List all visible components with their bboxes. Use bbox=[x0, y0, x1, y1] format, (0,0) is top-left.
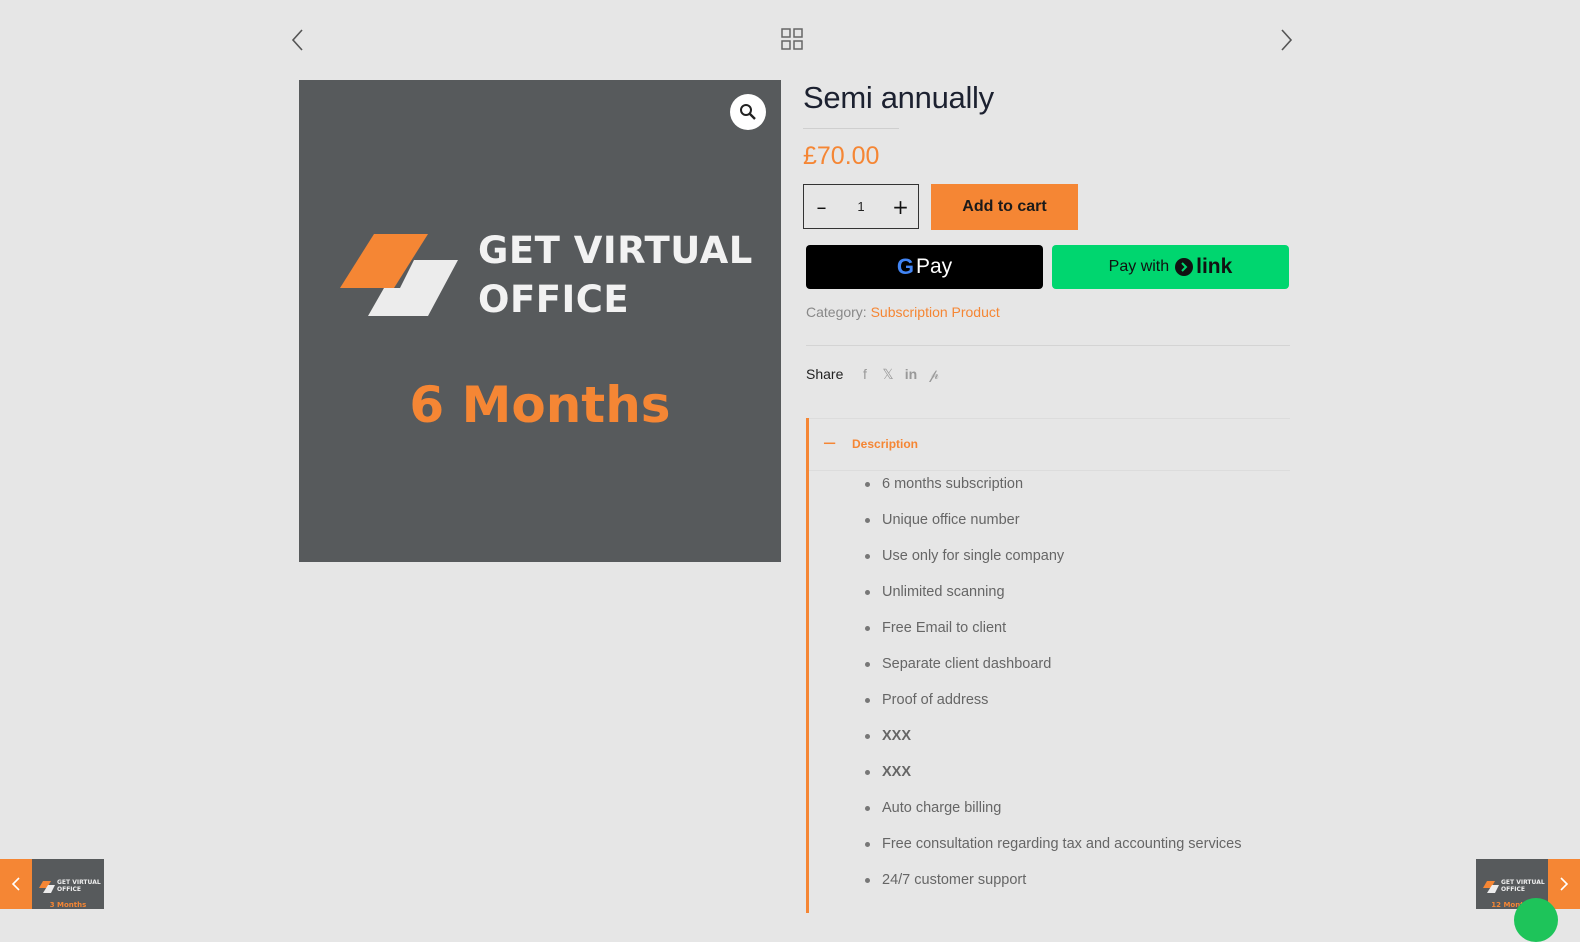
meta-divider bbox=[806, 345, 1290, 346]
description-feature-list: 6 months subscription Unique office numb… bbox=[864, 474, 1241, 906]
magnifier-icon bbox=[740, 104, 756, 120]
chevron-left-icon bbox=[0, 859, 32, 909]
next-product-link[interactable] bbox=[1274, 26, 1298, 54]
brand-text-line2: OFFICE bbox=[478, 278, 630, 321]
back-to-shop-grid-link[interactable] bbox=[780, 27, 804, 51]
grid-icon bbox=[781, 28, 803, 50]
google-pay-button[interactable]: G Pay bbox=[806, 245, 1043, 289]
google-g-icon: G bbox=[896, 254, 914, 279]
linkedin-icon[interactable]: in bbox=[903, 366, 919, 382]
list-item: Auto charge billing bbox=[864, 798, 1241, 834]
list-item: Free consultation regarding tax and acco… bbox=[864, 834, 1241, 870]
category-label: Category: bbox=[806, 304, 867, 320]
accordion-top-border bbox=[809, 418, 1290, 419]
pay-with-link-button[interactable]: Pay with link bbox=[1052, 245, 1289, 289]
list-item: XXX bbox=[864, 762, 1241, 798]
link-brand-label: link bbox=[1196, 255, 1233, 278]
title-divider bbox=[803, 128, 899, 129]
zoom-button[interactable] bbox=[730, 94, 766, 130]
pay-with-label: Pay with bbox=[1108, 258, 1170, 275]
list-item: 24/7 customer support bbox=[864, 870, 1241, 906]
quantity-input[interactable] bbox=[839, 198, 883, 215]
chevron-right-icon bbox=[1281, 29, 1293, 51]
product-title: Semi annually bbox=[803, 80, 994, 115]
add-to-cart-button[interactable]: Add to cart bbox=[931, 184, 1078, 230]
share-label: Share bbox=[806, 366, 844, 382]
pinterest-icon[interactable]: 𝓅 bbox=[926, 366, 942, 382]
chevron-left-icon bbox=[291, 29, 303, 51]
chevron-right-icon bbox=[1548, 859, 1580, 909]
accordion-header-divider bbox=[809, 470, 1290, 471]
list-item: Separate client dashboard bbox=[864, 654, 1241, 690]
brand-text-line1: GET VIRTUAL bbox=[478, 229, 753, 272]
quantity-plus-button[interactable]: + bbox=[883, 185, 918, 228]
thumbnail-image: GET VIRTUAL OFFICE 3 Months bbox=[32, 859, 104, 909]
x-twitter-icon[interactable]: 𝕏 bbox=[880, 366, 896, 382]
brand-logo-mark bbox=[1483, 881, 1499, 893]
google-pay-label: Pay bbox=[915, 255, 953, 278]
brand-logo-mark bbox=[340, 234, 458, 316]
product-image[interactable] bbox=[299, 80, 781, 562]
thumbnail-caption: 3 Months bbox=[49, 901, 87, 909]
link-arrow-icon bbox=[1175, 258, 1194, 276]
thumbnail-brand: GET VIRTUAL OFFICE bbox=[1501, 879, 1545, 893]
accordion-collapse-icon[interactable]: − bbox=[822, 434, 837, 454]
previous-product-link[interactable] bbox=[286, 26, 310, 54]
category-link[interactable]: Subscription Product bbox=[871, 304, 1000, 320]
list-item: 6 months subscription bbox=[864, 474, 1241, 510]
product-price: £70.00 bbox=[803, 142, 880, 170]
chat-widget-button[interactable] bbox=[1514, 898, 1558, 942]
list-item: Unique office number bbox=[864, 510, 1241, 546]
facebook-icon[interactable]: f bbox=[857, 366, 873, 382]
quantity-minus-button[interactable]: – bbox=[804, 185, 839, 228]
quantity-stepper: – + bbox=[803, 184, 919, 229]
image-caption: 6 Months bbox=[409, 376, 671, 434]
accordion-active-bar bbox=[806, 418, 809, 913]
brand-logo-mark bbox=[39, 881, 55, 893]
list-item: Proof of address bbox=[864, 690, 1241, 726]
previous-product-thumbnail[interactable]: GET VIRTUAL OFFICE 3 Months bbox=[0, 859, 104, 909]
list-item: Use only for single company bbox=[864, 546, 1241, 582]
thumbnail-brand: GET VIRTUAL OFFICE bbox=[57, 879, 101, 893]
product-category: Category: Subscription Product bbox=[806, 304, 1000, 320]
list-item: Free Email to client bbox=[864, 618, 1241, 654]
list-item: XXX bbox=[864, 726, 1241, 762]
list-item: Unlimited scanning bbox=[864, 582, 1241, 618]
tab-description[interactable]: Description bbox=[852, 437, 918, 451]
